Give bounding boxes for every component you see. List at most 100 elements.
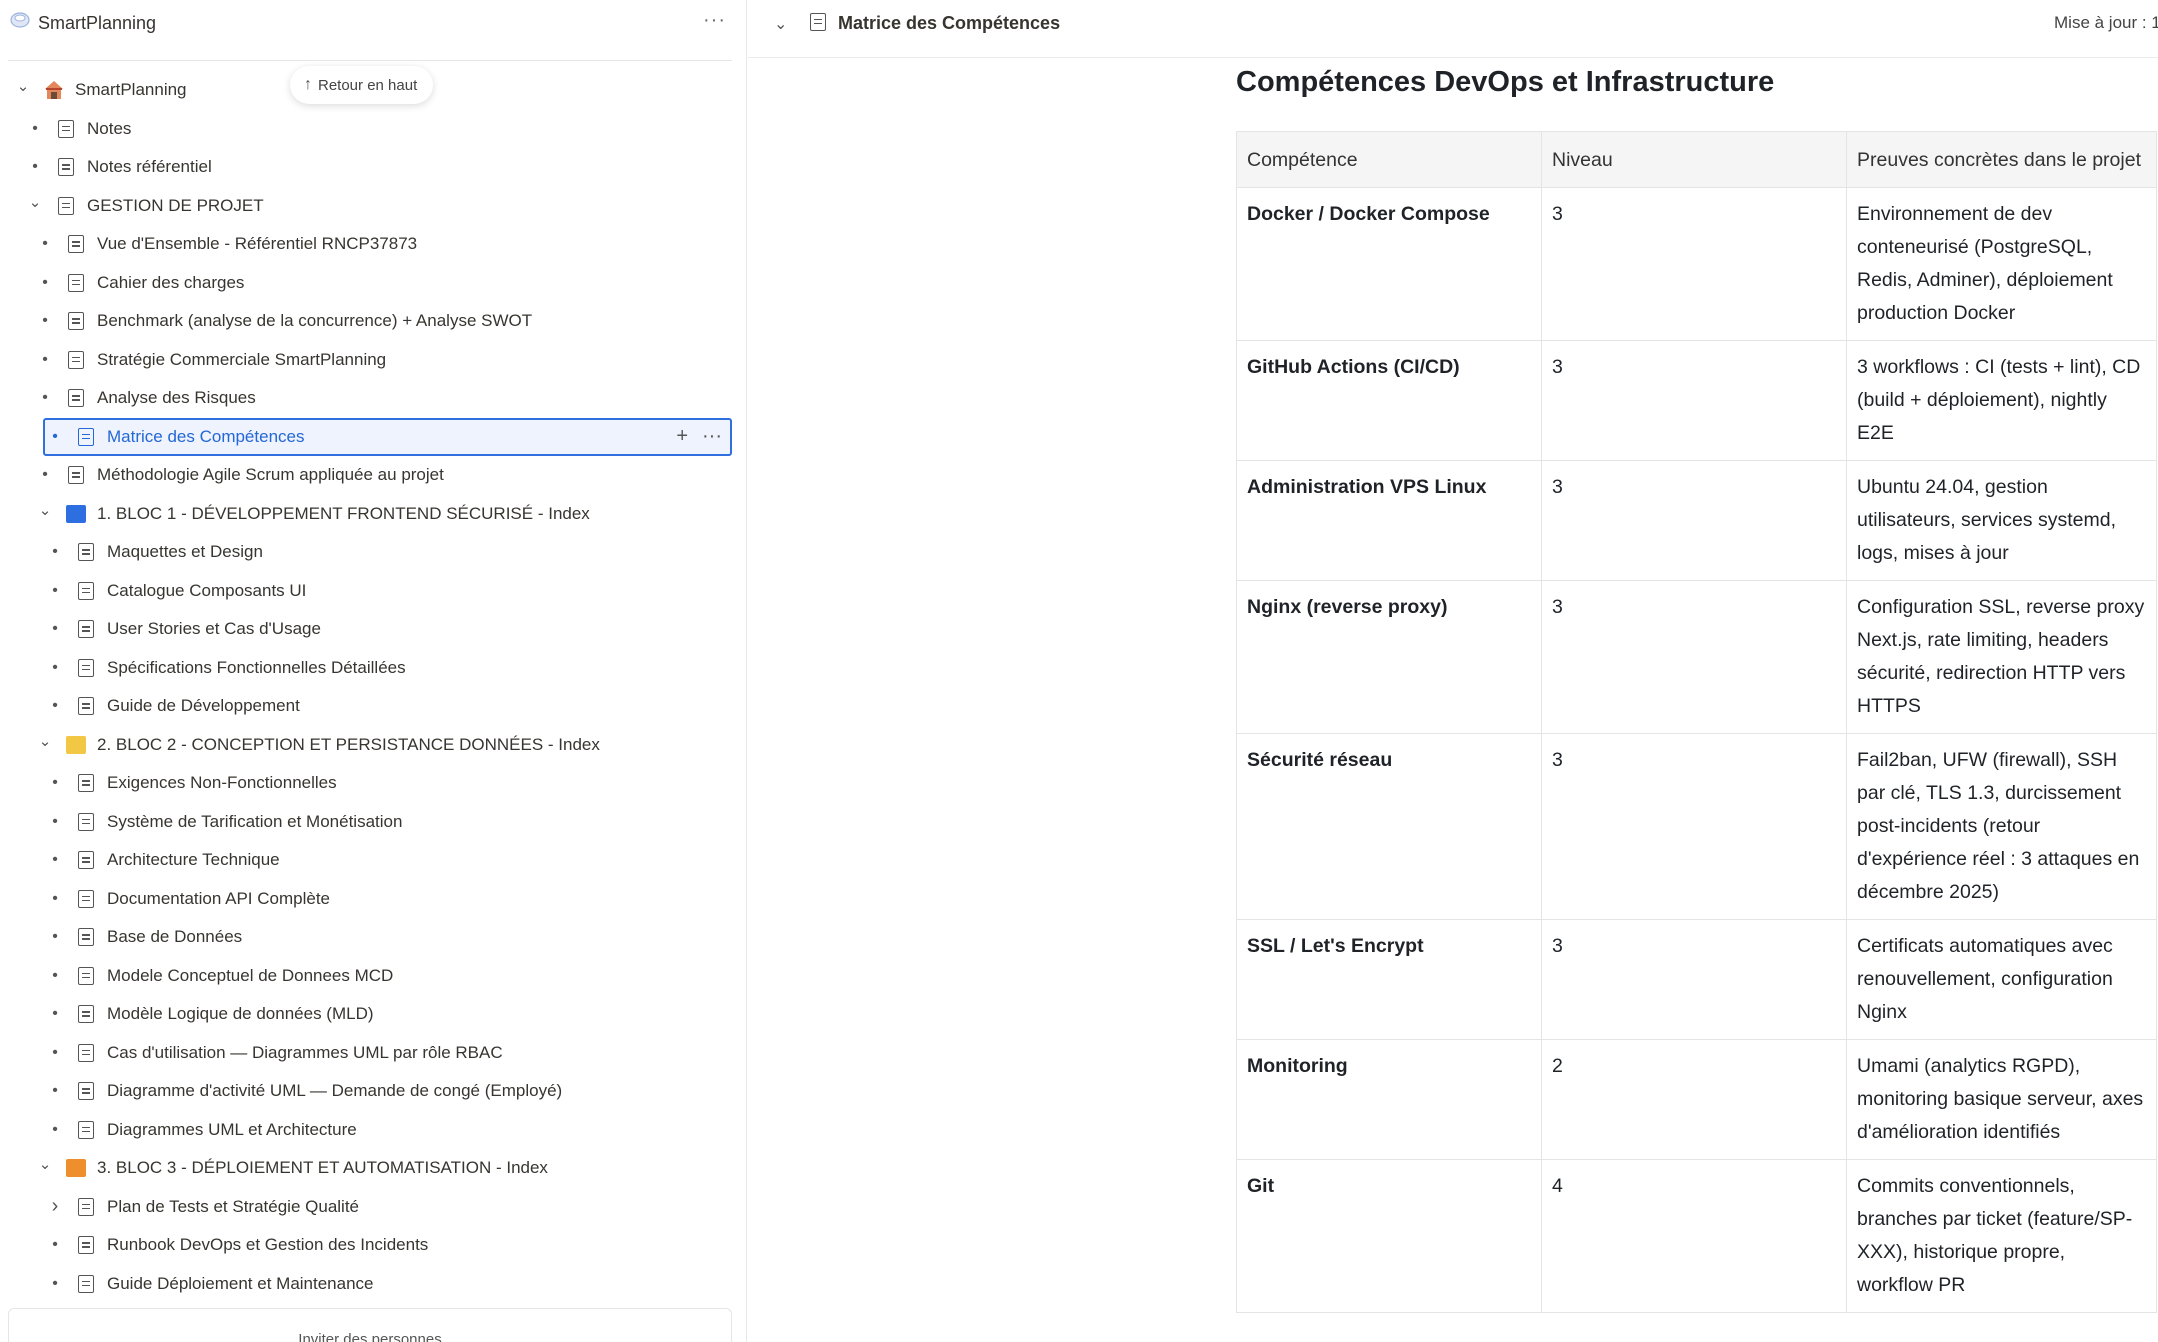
sidebar-item[interactable]: • User Stories et Cas d'Usage <box>0 610 747 649</box>
sidebar-item[interactable]: • Méthodologie Agile Scrum appliquée au p… <box>0 456 747 495</box>
sidebar-item[interactable]: ⌄ 3. BLOC 3 - DÉPLOIEMENT ET AUTOMATISATI… <box>0 1149 747 1188</box>
sidebar-item[interactable]: ⌄ 2. BLOC 2 - CONCEPTION ET PERSISTANCE D… <box>0 726 747 765</box>
sidebar-item-label: Cahier des charges <box>97 272 245 292</box>
sidebar-item-label: Spécifications Fonctionnelles Détaillées <box>107 657 406 677</box>
cell-competence[interactable]: Git <box>1236 1159 1542 1313</box>
sidebar-item[interactable]: • Benchmark (analyse de la concurrence) +… <box>0 302 747 341</box>
sidebar-item[interactable]: • Maquettes et Design <box>0 533 747 572</box>
page-icon <box>65 464 87 486</box>
cell-niveau[interactable]: 3 <box>1541 460 1847 581</box>
cell-preuves[interactable]: Umami (analytics RGPD), monitoring basiq… <box>1846 1039 2157 1160</box>
bullet-icon: • <box>42 273 48 291</box>
sidebar-item[interactable]: • Guide Déploiement et Maintenance <box>0 1265 747 1304</box>
back-to-top-button[interactable]: ↑ Retour en haut <box>290 66 434 104</box>
sidebar-item[interactable]: › Plan de Tests et Stratégie Qualité <box>0 1188 747 1227</box>
cell-niveau[interactable]: 3 <box>1541 919 1847 1040</box>
sidebar-item-label: Système de Tarification et Monétisation <box>107 811 403 831</box>
more-options-icon[interactable]: ··· <box>702 425 722 448</box>
cell-competence[interactable]: SSL / Let's Encrypt <box>1236 919 1542 1040</box>
sidebar-item-active[interactable]: • Matrice des Compétences + ··· <box>43 417 732 456</box>
cell-niveau[interactable]: 4 <box>1541 1159 1847 1313</box>
sidebar-item[interactable]: • Système de Tarification et Monétisation <box>0 803 747 842</box>
page-icon <box>75 618 97 640</box>
sidebar-item[interactable]: • Modele Conceptuel de Donnees MCD <box>0 957 747 996</box>
sidebar-item[interactable]: • Catalogue Composants UI <box>0 572 747 611</box>
cell-preuves[interactable]: Environnement de dev conteneurisé (Postg… <box>1846 187 2157 341</box>
workspace-name[interactable]: SmartPlanning <box>38 13 156 34</box>
workspace-more-icon[interactable]: ··· <box>703 9 726 32</box>
sidebar-item[interactable]: • Analyse des Risques <box>0 379 747 418</box>
breadcrumb-page-title[interactable]: Matrice des Compétences <box>838 13 1060 34</box>
cell-preuves[interactable]: Certificats automatiques avec renouvelle… <box>1846 919 2157 1040</box>
cell-niveau[interactable]: 3 <box>1541 187 1847 341</box>
sidebar-divider <box>8 60 732 61</box>
chevron-down-icon[interactable]: ⌄ <box>13 77 33 95</box>
cell-preuves[interactable]: Commits conventionnels, branches par tic… <box>1846 1159 2157 1313</box>
cell-preuves[interactable]: Fail2ban, UFW (firewall), SSH par clé, T… <box>1846 733 2157 920</box>
sidebar-item[interactable]: • Notes <box>0 110 747 149</box>
sidebar-item[interactable]: • Spécifications Fonctionnelles Détaillée… <box>0 649 747 688</box>
last-update-text: Mise à jour : 1 <box>2054 13 2158 32</box>
bullet-icon: • <box>52 1236 58 1254</box>
skills-table: Compétence Niveau Preuves concrètes dans… <box>1236 131 2157 1313</box>
sidebar-header: SmartPlanning ··· <box>0 0 747 48</box>
sidebar-item-label: GESTION DE PROJET <box>87 195 264 215</box>
sidebar-item[interactable]: • Guide de Développement <box>0 687 747 726</box>
invite-people-button[interactable]: Inviter des personnes <box>8 1308 732 1342</box>
sidebar-item[interactable]: • Architecture Technique <box>0 841 747 880</box>
cell-preuves[interactable]: Ubuntu 24.04, gestion utilisateurs, serv… <box>1846 460 2157 581</box>
page-topbar: ⌄ Matrice des Compétences Mise à jour : … <box>748 0 2158 58</box>
sidebar-item-label: Exigences Non-Fonctionnelles <box>107 773 337 793</box>
cell-competence[interactable]: Nginx (reverse proxy) <box>1236 580 1542 734</box>
sidebar-item[interactable]: ⌄ 1. BLOC 1 - DÉVELOPPEMENT FRONTEND SÉCU… <box>0 495 747 534</box>
cell-niveau[interactable]: 3 <box>1541 340 1847 461</box>
chevron-down-icon[interactable]: ⌄ <box>774 14 787 34</box>
sidebar-item[interactable]: • Cas d'utilisation — Diagrammes UML par … <box>0 1034 747 1073</box>
cell-niveau[interactable]: 3 <box>1541 733 1847 920</box>
table-row: SSL / Let's Encrypt 3 Certificats automati… <box>1236 919 2157 1040</box>
bullet-icon: • <box>42 350 48 368</box>
page-icon <box>75 580 97 602</box>
cell-niveau[interactable]: 2 <box>1541 1039 1847 1160</box>
sidebar-item[interactable]: • Diagramme d'activité UML — Demande de c… <box>0 1072 747 1111</box>
invite-people-label: Inviter des personnes <box>298 1331 442 1342</box>
cell-competence[interactable]: Docker / Docker Compose <box>1236 187 1542 341</box>
sidebar-item[interactable]: ⌄ GESTION DE PROJET <box>0 187 747 226</box>
page-icon <box>75 426 97 448</box>
page-icon <box>75 888 97 910</box>
cell-competence[interactable]: Sécurité réseau <box>1236 733 1542 920</box>
add-subpage-icon[interactable]: + <box>676 425 688 448</box>
sidebar-item[interactable]: • Cahier des charges <box>0 264 747 303</box>
chevron-down-icon[interactable]: ⌄ <box>35 1155 55 1173</box>
blue-square-icon <box>65 503 87 525</box>
cell-competence[interactable]: Monitoring <box>1236 1039 1542 1160</box>
sidebar-item[interactable]: • Notes référentiel <box>0 148 747 187</box>
sidebar-item[interactable]: • Runbook DevOps et Gestion des Incidents <box>0 1226 747 1265</box>
bullet-icon: • <box>32 158 38 176</box>
sidebar-item-label: Vue d'Ensemble - Référentiel RNCP37873 <box>97 234 418 254</box>
column-header-preuves: Preuves concrètes dans le projet <box>1846 131 2157 188</box>
cell-preuves[interactable]: 3 workflows : CI (tests + lint), CD (bui… <box>1846 340 2157 461</box>
sidebar-item-label: Guide de Développement <box>107 696 300 716</box>
page-icon <box>75 1003 97 1025</box>
page-icon <box>75 1119 97 1141</box>
sidebar-item[interactable]: • Vue d'Ensemble - Référentiel RNCP37873 <box>0 225 747 264</box>
sidebar-item[interactable]: • Diagrammes UML et Architecture <box>0 1111 747 1150</box>
chevron-down-icon[interactable]: ⌄ <box>35 501 55 519</box>
bullet-icon: • <box>52 889 58 907</box>
cell-preuves[interactable]: Configuration SSL, reverse proxy Next.js… <box>1846 580 2157 734</box>
sidebar-item[interactable]: • Documentation API Complète <box>0 880 747 919</box>
sidebar-item-label: Notes référentiel <box>87 157 212 177</box>
sidebar-item[interactable]: • Stratégie Commerciale SmartPlanning <box>0 341 747 380</box>
cell-competence[interactable]: GitHub Actions (CI/CD) <box>1236 340 1542 461</box>
page-icon <box>65 387 87 409</box>
sidebar-item[interactable]: • Base de Données <box>0 918 747 957</box>
chevron-right-icon[interactable]: › <box>45 1195 65 1218</box>
cell-competence[interactable]: Administration VPS Linux <box>1236 460 1542 581</box>
workspace-logo-icon[interactable] <box>8 9 32 33</box>
chevron-down-icon[interactable]: ⌄ <box>35 732 55 750</box>
sidebar-item[interactable]: • Modèle Logique de données (MLD) <box>0 995 747 1034</box>
cell-niveau[interactable]: 3 <box>1541 580 1847 734</box>
sidebar-item[interactable]: • Exigences Non-Fonctionnelles <box>0 764 747 803</box>
chevron-down-icon[interactable]: ⌄ <box>25 193 45 211</box>
